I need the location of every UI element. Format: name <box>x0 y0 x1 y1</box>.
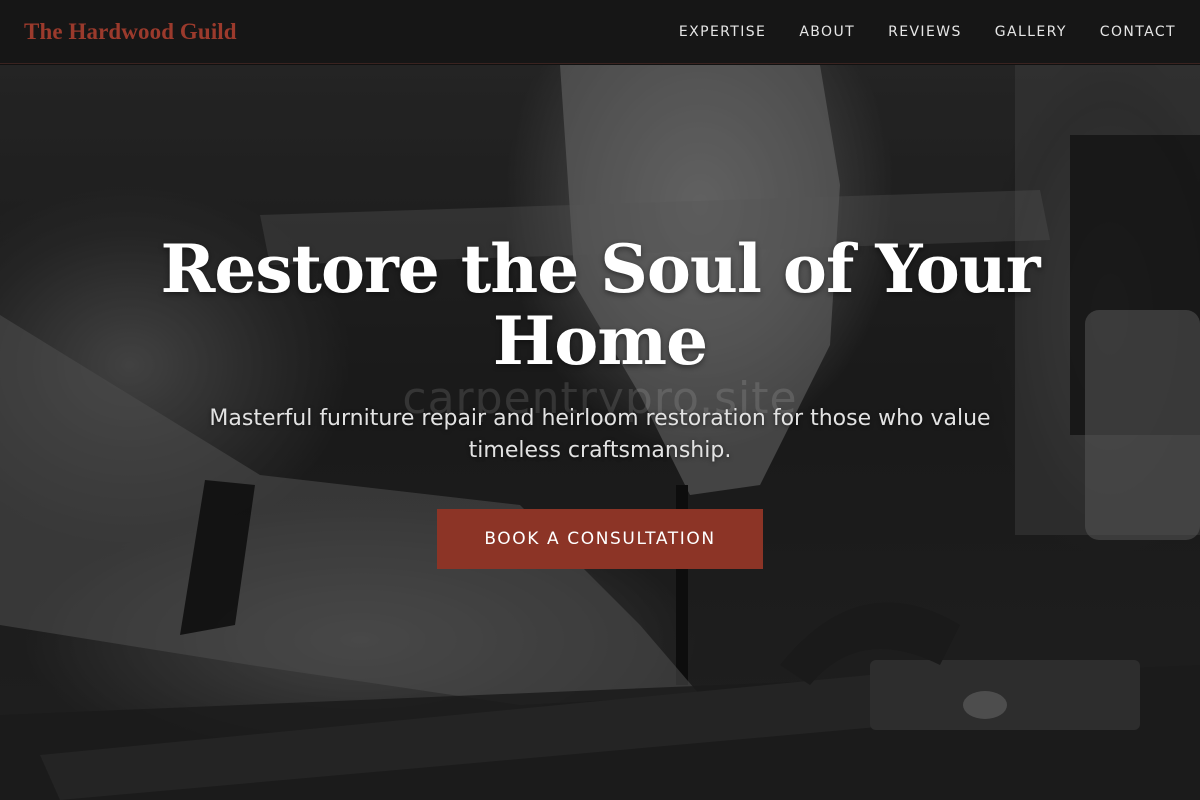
nav-link-gallery[interactable]: GALLERY <box>995 24 1067 40</box>
hero-section: carpentrypro.site Restore the Soul of Yo… <box>0 65 1200 800</box>
nav-link-expertise[interactable]: EXPERTISE <box>679 24 766 40</box>
site-header: The Hardwood Guild EXPERTISE ABOUT REVIE… <box>0 0 1200 64</box>
nav-link-reviews[interactable]: REVIEWS <box>888 24 962 40</box>
main-nav: EXPERTISE ABOUT REVIEWS GALLERY CONTACT <box>679 24 1176 40</box>
brand-logo-link[interactable]: The Hardwood Guild <box>24 19 237 45</box>
hero-title: Restore the Soul of Your Home <box>160 230 1041 380</box>
book-consultation-button[interactable]: BOOK A CONSULTATION <box>437 509 763 569</box>
nav-link-contact[interactable]: CONTACT <box>1100 24 1176 40</box>
hero-content: Restore the Soul of Your Home Masterful … <box>150 233 1050 569</box>
nav-link-about[interactable]: ABOUT <box>799 24 855 40</box>
hero-subtitle: Masterful furniture repair and heirloom … <box>209 406 991 463</box>
